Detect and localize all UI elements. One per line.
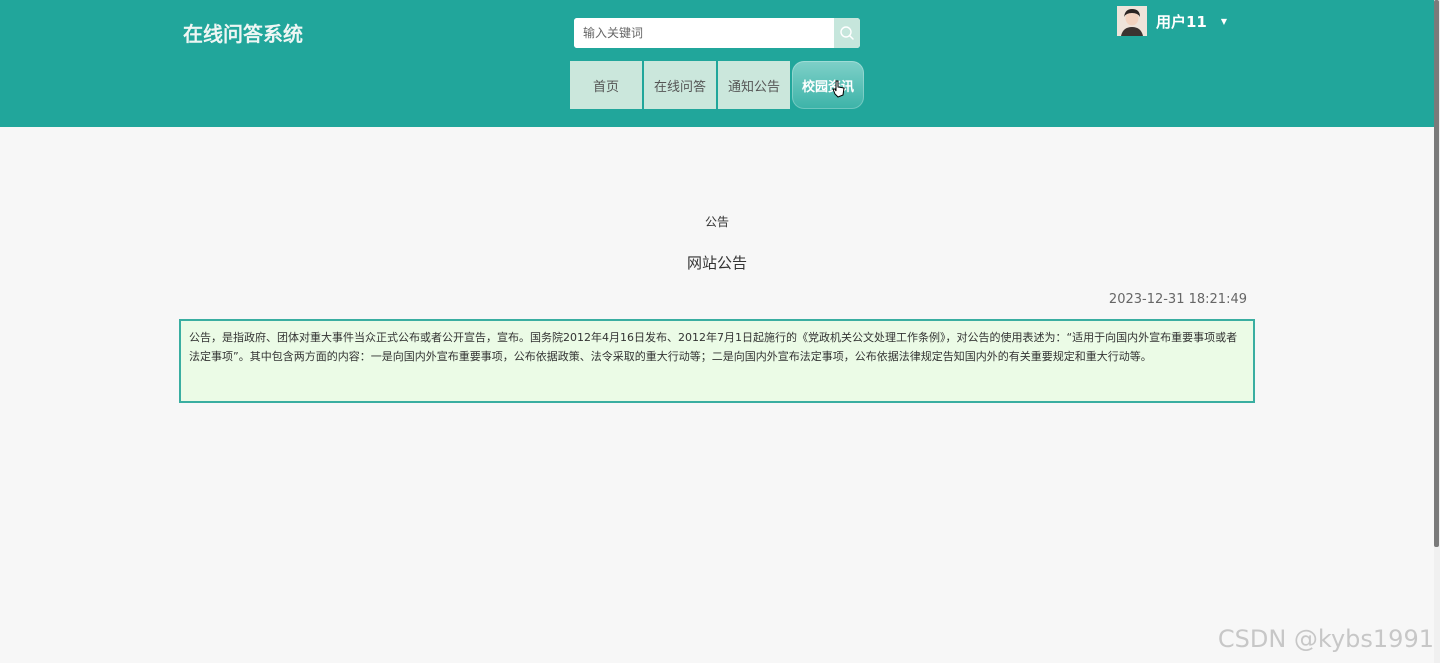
nav-notice[interactable]: 通知公告	[718, 61, 790, 109]
avatar-image	[1117, 6, 1147, 36]
search-box	[574, 18, 860, 48]
watermark: CSDN @kybs1991	[1217, 625, 1434, 653]
article-date: 2023-12-31 18:21:49	[1108, 292, 1247, 307]
scrollbar[interactable]	[1434, 0, 1440, 663]
caret-down-icon[interactable]: ▼	[1221, 17, 1227, 26]
search-icon	[840, 26, 854, 40]
site-title[interactable]: 在线问答系统	[183, 18, 303, 47]
article-category: 公告	[704, 215, 729, 229]
user-name[interactable]: 用户11	[1156, 11, 1207, 32]
nav-campus-news[interactable]: 校园资讯	[792, 61, 864, 109]
article-content: 公告，是指政府、团体对重大事件当众正式公布或者公开宣告，宣布。国务院2012年4…	[179, 319, 1255, 403]
scrollbar-thumb[interactable]	[1434, 0, 1439, 547]
mouse-cursor-icon	[832, 80, 845, 98]
nav-home[interactable]: 首页	[570, 61, 642, 109]
user-menu[interactable]: 用户11 ▼	[1117, 6, 1227, 36]
search-input[interactable]	[574, 18, 835, 48]
search-button[interactable]	[834, 18, 860, 48]
avatar[interactable]	[1117, 6, 1147, 36]
article-content-text: 公告，是指政府、团体对重大事件当众正式公布或者公开宣告，宣布。国务院2012年4…	[189, 331, 1238, 363]
main-nav: 首页 在线问答 通知公告 校园资讯	[570, 61, 866, 109]
article-title: 网站公告	[686, 254, 747, 272]
header-bar: 在线问答系统 首页 在线问答 通知公告 校园资讯 用户11 ▼	[0, 0, 1440, 130]
nav-online-qa[interactable]: 在线问答	[644, 61, 716, 109]
